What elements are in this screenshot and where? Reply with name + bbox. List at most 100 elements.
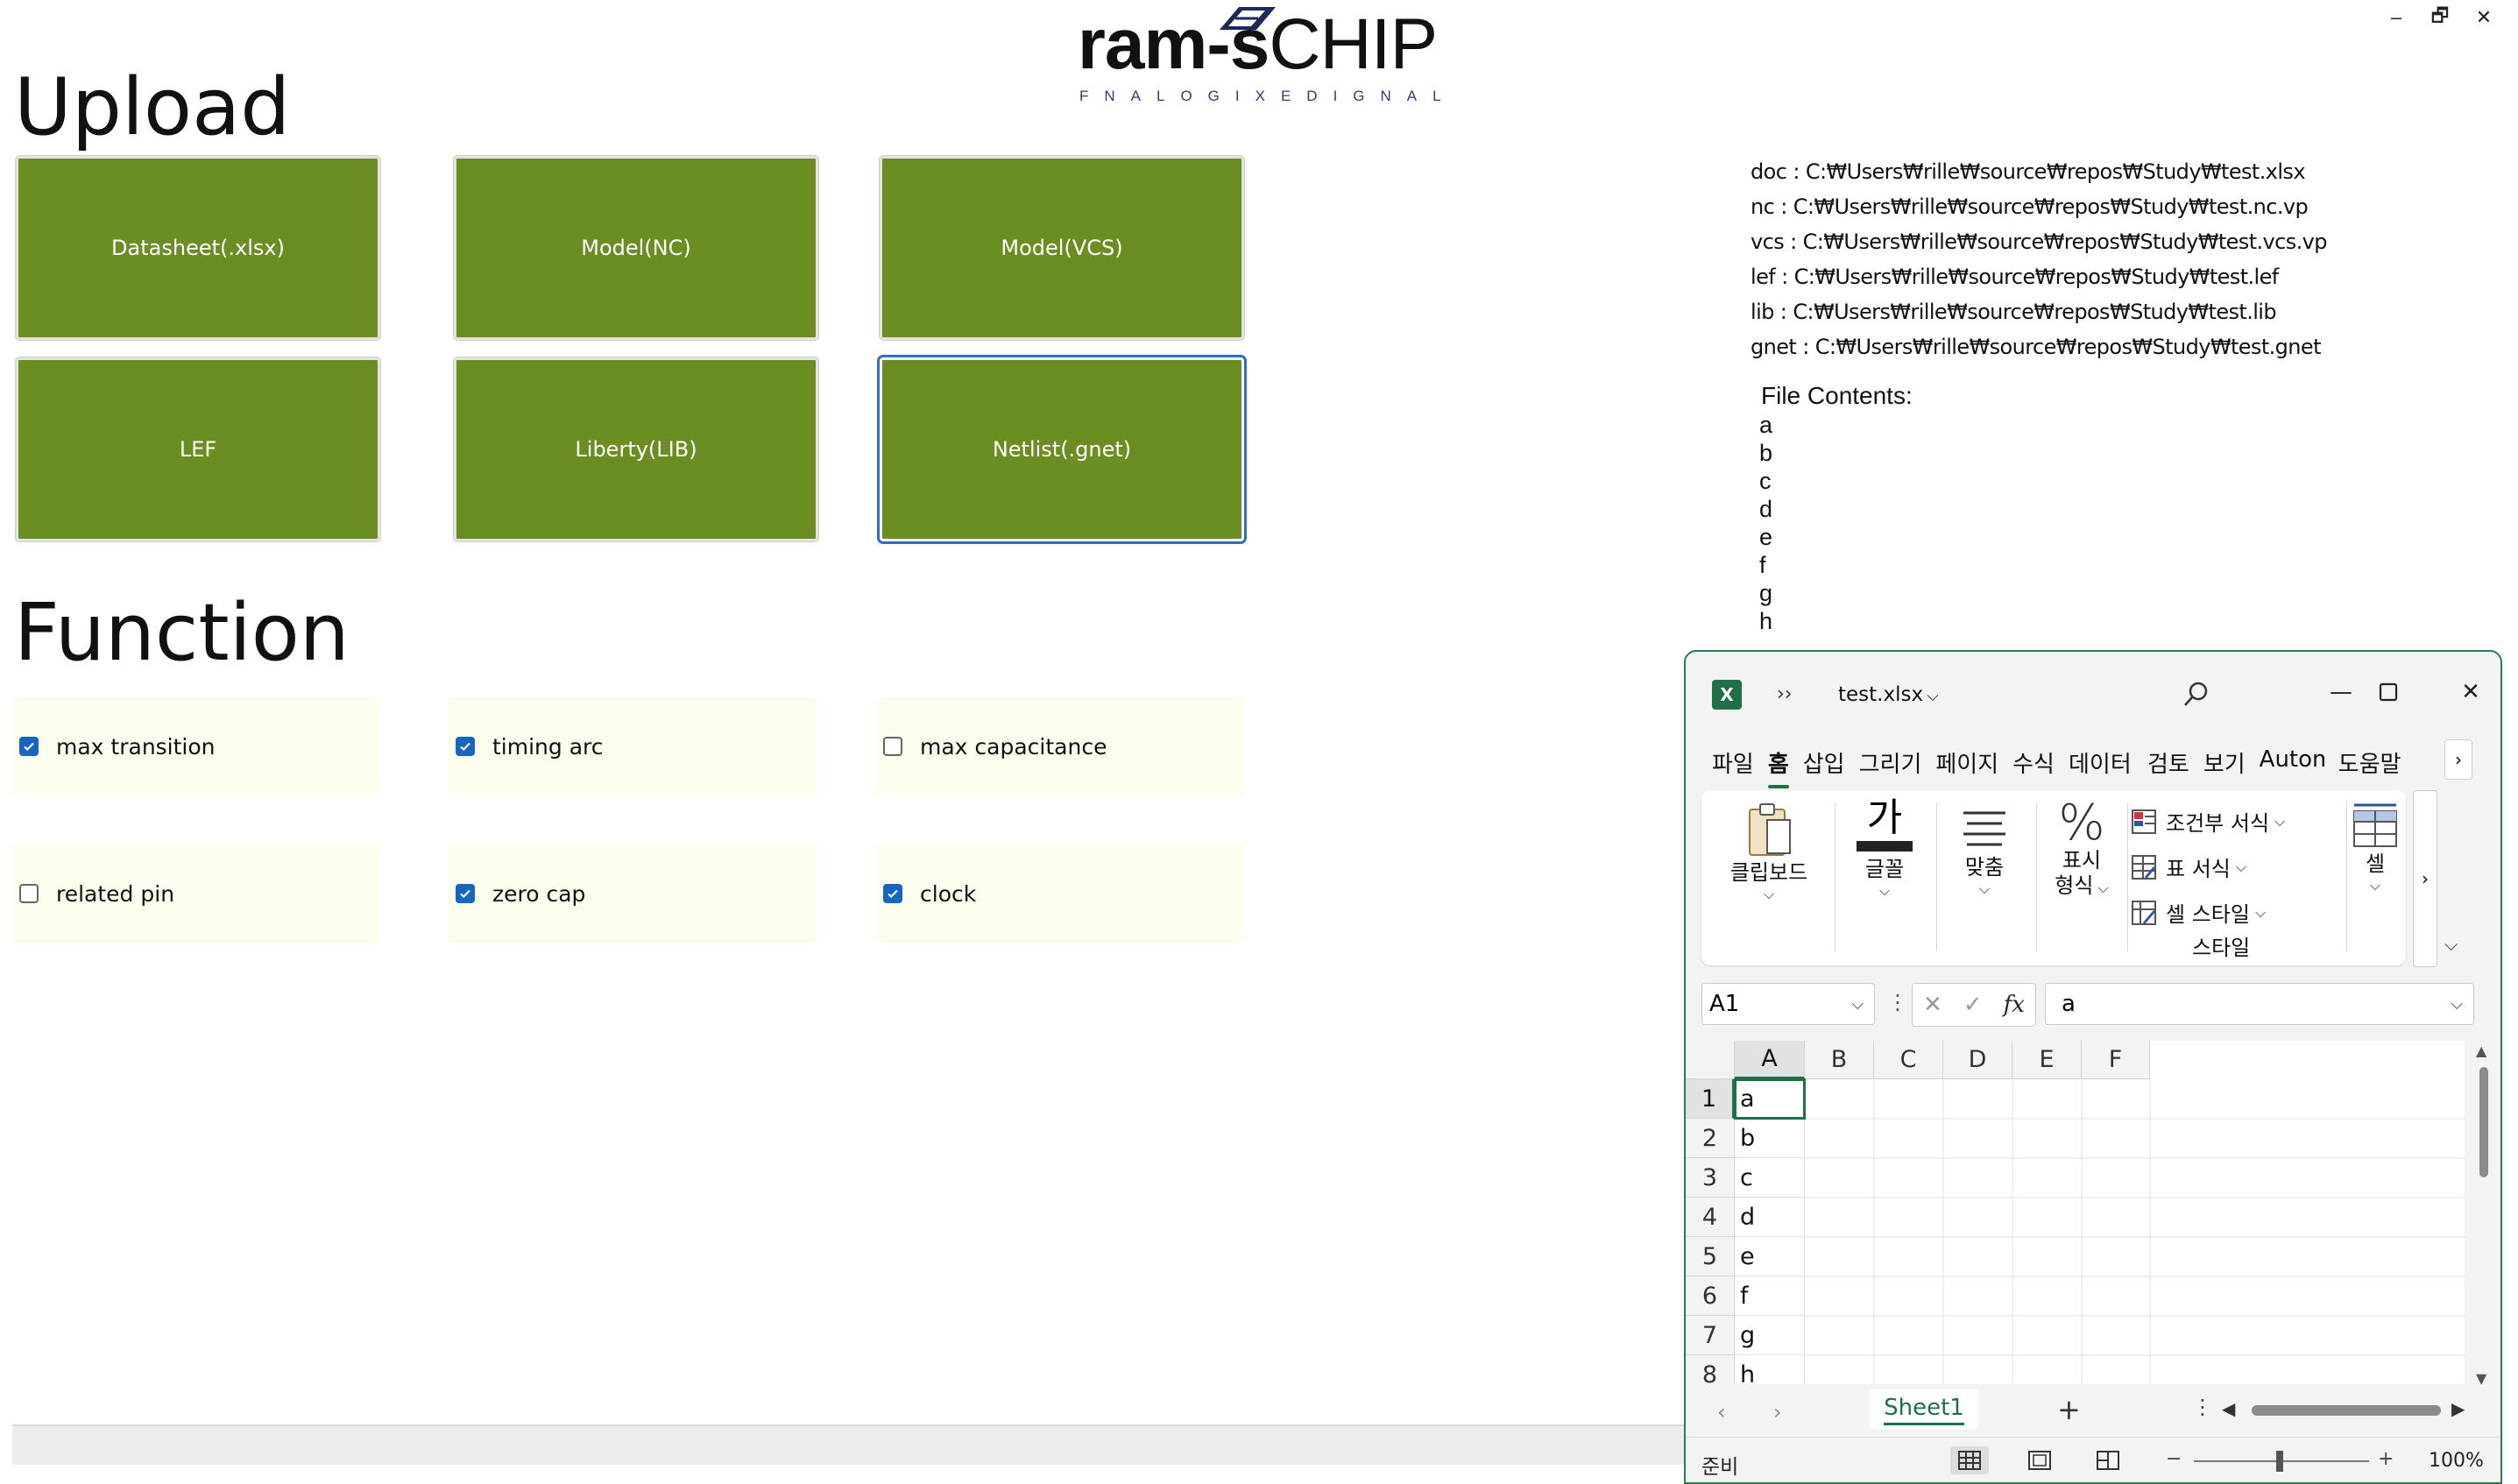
page-break-view-icon[interactable] <box>2089 1446 2127 1474</box>
font-group[interactable]: 가 글꼴 ⌵ <box>1838 790 1931 965</box>
select-all-corner[interactable] <box>1686 1041 1735 1079</box>
normal-view-icon[interactable] <box>1950 1446 1989 1474</box>
ribbon-expand-icon[interactable]: ⌵ <box>2444 934 2458 955</box>
scroll-left-icon[interactable]: ◀ <box>2222 1398 2235 1419</box>
page-layout-view-icon[interactable] <box>2020 1446 2059 1474</box>
cell-a3[interactable]: c <box>1735 1158 1805 1198</box>
horizontal-scrollbar[interactable]: ◀ ▶ <box>2217 1396 2471 1423</box>
checkbox[interactable] <box>456 884 475 903</box>
column-header[interactable]: E <box>2012 1041 2082 1079</box>
checkbox[interactable] <box>883 884 902 903</box>
function-zero-cap[interactable]: zero cap <box>449 844 817 943</box>
more-options-icon[interactable]: ⋮ <box>2192 1395 2213 1419</box>
cell-a2[interactable]: b <box>1735 1119 1805 1158</box>
vertical-scrollbar[interactable]: ▲ ▼ <box>2474 1041 2495 1391</box>
cell-a5[interactable]: e <box>1735 1237 1805 1276</box>
tab-automate[interactable]: Automate <box>2260 746 2324 781</box>
cell-styles-button[interactable]: 셀 스타일 ⌵ <box>2131 897 2266 928</box>
scroll-up-icon[interactable]: ▲ <box>2476 1042 2486 1059</box>
excel-titlebar[interactable]: X ›› test.xlsx ⌵ — ✕ <box>1686 652 2500 718</box>
tab-data[interactable]: 데이터 <box>2069 746 2133 781</box>
minimize-button[interactable]: – <box>2374 0 2418 35</box>
function-clock[interactable]: clock <box>876 844 1244 943</box>
align-icon <box>1963 811 2005 846</box>
zoom-slider[interactable] <box>2194 1451 2369 1472</box>
function-max-transition[interactable]: max transition <box>12 697 380 795</box>
function-timing-arc[interactable]: timing arc <box>449 697 817 795</box>
add-sheet-button[interactable]: + <box>2057 1393 2081 1426</box>
format-as-table-button[interactable]: 표 서식 ⌵ <box>2131 852 2246 882</box>
tabs-scroll-right-icon[interactable]: › <box>2444 739 2472 780</box>
upload-liberty-button[interactable]: Liberty(LIB) <box>454 357 818 541</box>
tab-review[interactable]: 검토 <box>2147 746 2189 781</box>
clipboard-group[interactable]: 클립보드 ⌵ <box>1708 790 1829 965</box>
sheet-tab[interactable]: Sheet1 <box>1870 1389 1978 1430</box>
upload-datasheet-button[interactable]: Datasheet(.xlsx) <box>16 156 380 340</box>
excel-window[interactable]: X ›› test.xlsx ⌵ — ✕ 파일 홈 삽입 그리기 페이지 수식 데… <box>1684 650 2502 1484</box>
cell-a4[interactable]: d <box>1735 1198 1805 1237</box>
cells-group[interactable]: 셀 ⌵ <box>2348 790 2402 965</box>
row-header[interactable]: 3 <box>1686 1158 1735 1198</box>
excel-maximize-button[interactable] <box>2362 673 2415 711</box>
quick-access-more-icon[interactable]: ›› <box>1777 683 1793 705</box>
column-header[interactable]: C <box>1874 1041 1943 1079</box>
close-button[interactable]: ✕ <box>2462 0 2506 35</box>
tab-draw[interactable]: 그리기 <box>1859 746 1922 781</box>
insert-function-icon[interactable]: fx <box>2004 992 2025 1018</box>
number-format-group[interactable]: % 표시 형식 ⌵ <box>2038 790 2125 965</box>
sheet-tab-bar: ‹ › Sheet1 + ⋮ ◀ ▶ <box>1686 1384 2500 1437</box>
row-header[interactable]: 5 <box>1686 1237 1735 1276</box>
checkbox[interactable] <box>19 884 39 903</box>
row-header[interactable]: 7 <box>1686 1316 1735 1355</box>
restore-button[interactable]: 🗗 <box>2418 0 2462 35</box>
alignment-group[interactable]: 맞춤 ⌵ <box>1938 790 2031 965</box>
conditional-format-button[interactable]: 조건부 서식 ⌵ <box>2131 806 2285 837</box>
tab-file[interactable]: 파일 <box>1712 746 1754 781</box>
zoom-out-icon[interactable]: − <box>2166 1448 2182 1470</box>
function-max-capacitance[interactable]: max capacitance <box>876 697 1244 795</box>
name-box[interactable]: A1 ⌵ <box>1701 983 1875 1025</box>
row-header[interactable]: 2 <box>1686 1119 1735 1158</box>
tab-formulas[interactable]: 수식 <box>2012 746 2055 781</box>
row-header[interactable]: 4 <box>1686 1198 1735 1237</box>
tab-insert[interactable]: 삽입 <box>1803 746 1845 781</box>
upload-model-nc-button[interactable]: Model(NC) <box>454 156 818 340</box>
scroll-right-icon[interactable]: ▶ <box>2451 1398 2465 1419</box>
upload-lef-button[interactable]: LEF <box>16 357 380 541</box>
sheet-next-icon[interactable]: › <box>1773 1400 1782 1424</box>
upload-netlist-button[interactable]: Netlist(.gnet) <box>880 357 1244 541</box>
cell-a7[interactable]: g <box>1735 1316 1805 1355</box>
sheet-prev-icon[interactable]: ‹ <box>1717 1400 1726 1424</box>
formula-input[interactable]: a ⌵ <box>2045 983 2474 1025</box>
zoom-in-icon[interactable]: + <box>2378 1448 2394 1470</box>
excel-close-button[interactable]: ✕ <box>2444 673 2497 711</box>
checkbox[interactable] <box>883 737 902 756</box>
cell-a1[interactable]: a <box>1734 1078 1806 1120</box>
column-header[interactable]: D <box>1943 1041 2012 1079</box>
tab-view[interactable]: 보기 <box>2203 746 2246 781</box>
search-icon[interactable] <box>2176 676 2215 715</box>
column-header[interactable]: F <box>2082 1041 2150 1079</box>
tab-page-layout[interactable]: 페이지 <box>1935 746 1998 781</box>
column-header[interactable]: B <box>1805 1041 1874 1079</box>
tab-help[interactable]: 도움말 <box>2338 746 2405 781</box>
tab-home[interactable]: 홈 <box>1767 746 1789 788</box>
upload-model-vcs-button[interactable]: Model(VCS) <box>880 156 1244 340</box>
excel-minimize-button[interactable]: — <box>2315 673 2367 711</box>
chevron-down-icon: ⌵ <box>1878 881 1891 899</box>
ribbon-scroll-right-icon[interactable]: › <box>2413 790 2437 967</box>
column-header[interactable]: A <box>1735 1041 1805 1079</box>
function-related-pin[interactable]: related pin <box>12 844 380 943</box>
file-name-dropdown[interactable]: test.xlsx ⌵ <box>1838 683 1939 706</box>
more-options-icon[interactable]: ⋮ <box>1887 990 1908 1014</box>
row-header[interactable]: 1 <box>1686 1079 1735 1119</box>
checkbox[interactable] <box>19 737 39 756</box>
row-header[interactable]: 6 <box>1686 1276 1735 1316</box>
horizontal-scrollbar[interactable] <box>12 1424 1694 1465</box>
zoom-percentage[interactable]: 100% <box>2429 1450 2484 1472</box>
cell-a6[interactable]: f <box>1735 1276 1805 1316</box>
checkbox[interactable] <box>456 737 475 756</box>
spreadsheet-grid[interactable]: A B C D E F 1 2 3 4 5 6 7 8 a b c d e f … <box>1686 1041 2465 1400</box>
cancel-icon[interactable]: ✕ <box>1923 992 1942 1018</box>
confirm-icon[interactable]: ✓ <box>1963 992 1983 1018</box>
